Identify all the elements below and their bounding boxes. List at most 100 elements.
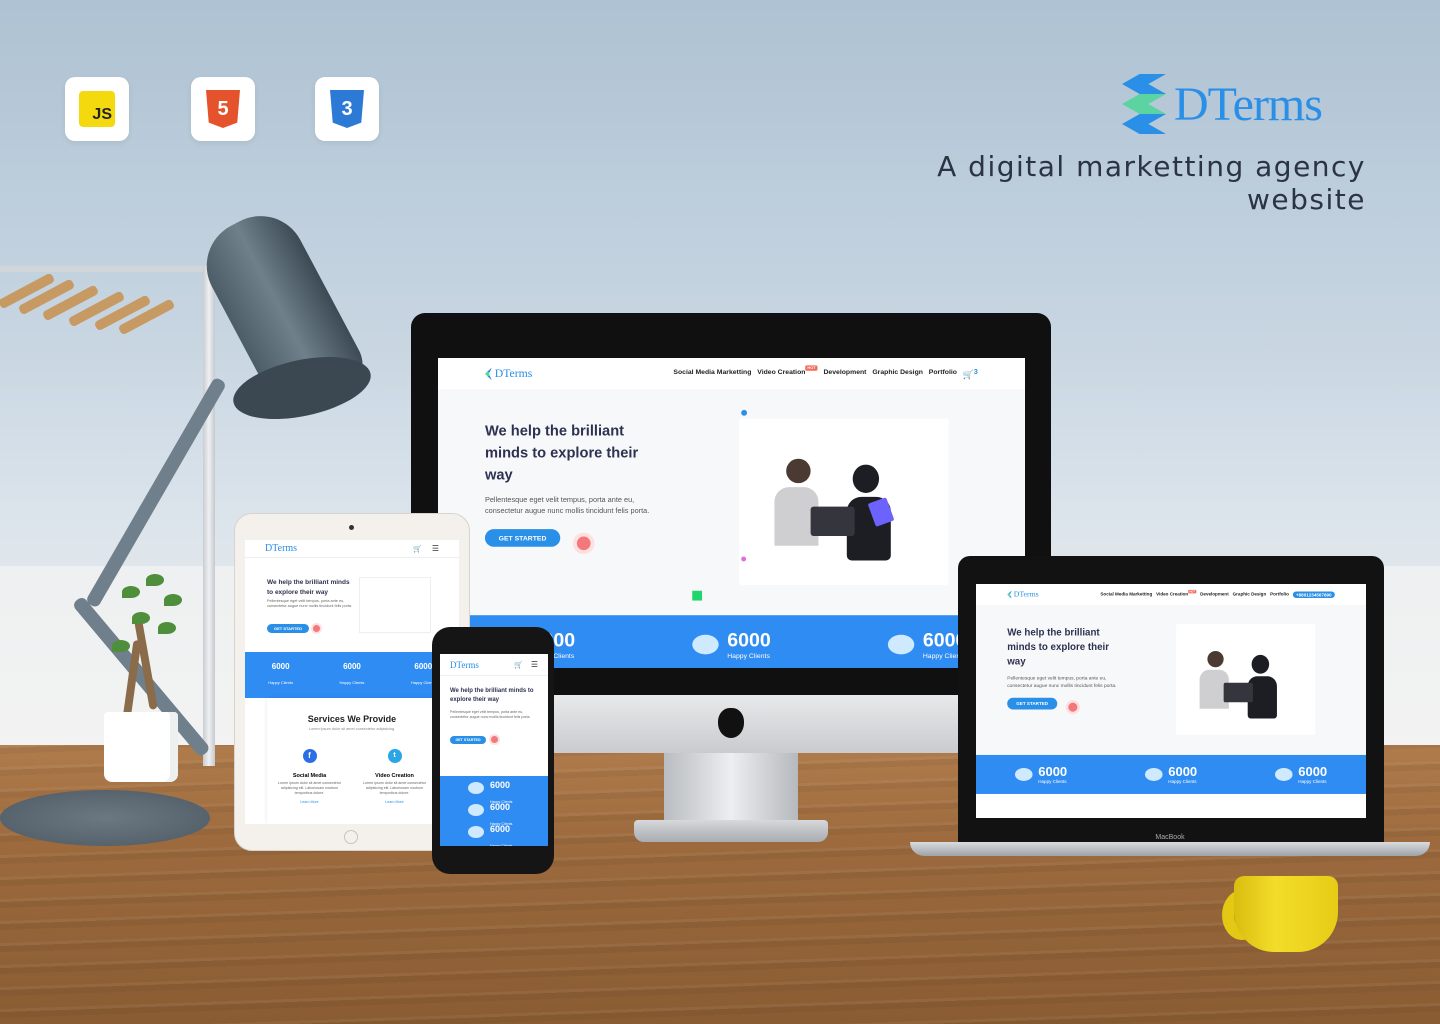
cloud-icon [1144,767,1163,781]
stat-item: 6000Happy Clients [339,661,365,685]
cart-icon[interactable]: 🛒3 [963,368,978,380]
logo-mark-icon [484,367,492,381]
hero-title: We help the brilliant minds to explore t… [450,688,534,703]
get-started-button[interactable]: GET STARTED [1007,697,1058,710]
hero-title: We help the brilliant minds to explore t… [484,422,639,483]
learn-more-link[interactable]: Learn More [362,800,428,804]
plant-leaf [146,574,164,586]
play-video-icon[interactable] [1065,699,1081,715]
hero-text: We help the brilliant minds to explore t… [484,420,671,586]
site-nav: DTerms Social Media Marketting Video Cre… [976,584,1366,606]
site-logo[interactable]: DTerms [450,660,479,670]
site-tablet: DTerms 🛒 ☰ We help the brilliant minds t… [245,540,459,824]
html5-badge: 5 [191,77,255,141]
site-desktop: DTerms Social Media Marketting Video Cre… [438,358,1025,668]
cloud-icon [468,782,484,794]
person-head [786,458,811,484]
learn-more-link[interactable]: Learn More [277,800,343,804]
cloud-icon [468,804,484,816]
menu-item-social[interactable]: Social Media Marketting [1100,591,1152,598]
site-nav: DTerms 🛒 ☰ [440,654,548,676]
ipad-home-button [344,830,358,844]
menu-item-development[interactable]: Development [823,368,866,380]
imac-foot [634,820,828,842]
get-started-button[interactable]: GET STARTED [484,529,561,547]
css3-icon: 3 [330,90,364,128]
menu-item-portfolio[interactable]: Portfolio [1270,591,1289,598]
decor-square [692,590,703,601]
hot-badge: HOT [805,365,818,371]
services-card: Services We Provide Lorem ipsum dolor si… [267,698,437,824]
menu-icon[interactable]: ☰ [432,544,439,553]
person-head [1251,654,1270,674]
plant-leaf [112,640,130,652]
site-nav: DTerms Social Media Marketting Video Cre… [438,358,1025,391]
javascript-badge: JS [65,77,129,141]
site-nav: DTerms 🛒 ☰ [245,540,459,558]
brand-tagline: A digital marketting agency website [937,150,1366,216]
plant-leaf [132,612,150,624]
play-video-icon[interactable] [311,623,322,634]
hero-body: Pellentesque eget velit tempus, porta an… [450,710,531,720]
menu-icon[interactable]: ☰ [531,660,538,669]
play-video-icon[interactable] [573,532,595,554]
hero-body: Pellentesque eget velit tempus, porta an… [484,495,650,515]
twitter-icon: t [387,749,402,763]
apple-logo-icon [718,708,744,738]
macbook-screen: DTerms Social Media Marketting Video Cre… [976,584,1366,818]
laptop-icon [810,506,855,536]
lamp-base [0,790,210,846]
decor-dot [741,556,747,562]
menu-item-video[interactable]: Video CreationHOT [1156,589,1197,598]
menu-item-graphic[interactable]: Graphic Design [872,368,923,380]
clothes-rack-pole [203,266,215,766]
menu-item-social[interactable]: Social Media Marketting [673,368,751,380]
services-subtitle: Lorem ipsum dolor sit amet consectetur a… [308,727,396,731]
hero-text: We help the brilliant minds to explore t… [1007,625,1130,736]
imac-stand [664,753,798,823]
phone-screen: DTerms 🛒 ☰ We help the brilliant minds t… [440,654,548,846]
cloud-icon [887,634,915,655]
menu-item-video[interactable]: Video CreationHOT [757,365,818,380]
cart-icon[interactable]: 🛒 [514,661,523,669]
plant-leaf [164,594,182,606]
laptop-icon [1223,682,1253,703]
clothes-rack-bar [0,266,220,272]
hero-section: We help the brilliant minds to explore t… [438,390,1025,615]
plant-leaf [158,622,176,634]
service-item: t Video Creation Lorem ipsum dolor sit a… [362,749,428,804]
get-started-button[interactable]: GET STARTED [267,624,309,633]
stat-item: 6000Happy Clients [1014,764,1067,784]
cart-icon[interactable]: 🛒 [413,545,422,553]
menu-item-graphic[interactable]: Graphic Design [1233,591,1267,598]
brand-logo: DTerms [1122,72,1366,136]
services-title: Services We Provide [307,714,397,724]
hero-section: We help the brilliant minds to explore t… [976,605,1366,755]
plant-pot [104,712,178,782]
person-head [1207,650,1224,668]
phone-pill[interactable]: +8801234567890 [1292,591,1335,598]
facebook-icon: f [302,749,317,763]
site-menu: Social Media Marketting Video CreationHO… [1100,589,1335,598]
macbook-label: MacBook [1155,834,1185,841]
site-menu: Social Media Marketting Video CreationHO… [673,365,978,380]
hero-body: Pellentesque eget velit tempus, porta an… [267,599,353,609]
site-laptop: DTerms Social Media Marketting Video Cre… [976,584,1366,794]
stat-item: 6000Happy Clients [1274,764,1327,784]
site-logo[interactable]: DTerms [265,543,297,554]
menu-item-development[interactable]: Development [1200,591,1229,598]
hero-illustration [359,577,431,633]
stat-item: 6000Happy Clients [490,824,513,846]
stat-item: 6000Happy Clients [1144,764,1197,784]
site-logo[interactable]: DTerms [484,367,532,381]
ipad-camera [349,525,354,530]
stat-item: 6000Happy Clients [268,661,294,685]
play-video-icon[interactable] [489,734,500,745]
stats-bar: 6000Happy Clients 6000Happy Clients 6000… [976,754,1366,794]
stats-bar: 6000Happy Clients 6000Happy Clients 6000… [245,652,459,698]
menu-item-portfolio[interactable]: Portfolio [929,368,957,380]
get-started-button[interactable]: GET STARTED [450,736,486,744]
hero-body: Pellentesque eget velit tempus, porta an… [1007,675,1117,689]
hero-illustration [1176,624,1316,735]
site-logo[interactable]: DTerms [1007,590,1039,599]
